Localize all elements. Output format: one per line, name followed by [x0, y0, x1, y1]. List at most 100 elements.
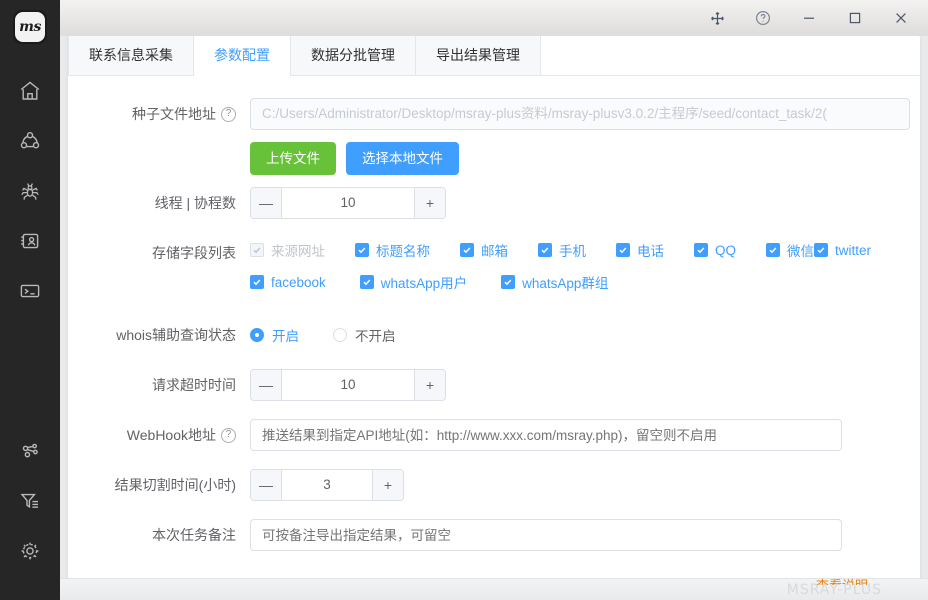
sidebar-item-share[interactable]	[0, 426, 60, 476]
home-icon	[18, 79, 42, 103]
timeout-decrement-button[interactable]: —	[251, 370, 282, 400]
network-share-icon	[18, 129, 42, 153]
checkbox-twitter[interactable]: twitter	[814, 237, 871, 263]
stored-fields-label: 存储字段列表	[152, 245, 236, 261]
help-button[interactable]	[740, 1, 786, 35]
application-window: ms 联系信息采集 参数配置 数据分批管理 导出结果管理 种子文件地址 ? C:…	[0, 0, 928, 600]
form-row-webhook: WebHook地址 ?	[68, 419, 920, 451]
checkbox-mobile[interactable]: 手机	[538, 237, 586, 263]
sidebar-item-site-collect[interactable]	[0, 116, 60, 166]
split-time-field: — 3 +	[250, 469, 920, 501]
sidebar: ms	[0, 0, 60, 600]
form-row-whois: whois辅助查询状态 开启 不开启	[68, 319, 920, 351]
webhook-help-icon[interactable]: ?	[221, 427, 236, 443]
move-window-button[interactable]	[694, 1, 740, 35]
content-card: 联系信息采集 参数配置 数据分批管理 导出结果管理 种子文件地址 ? C:/Us…	[68, 36, 920, 600]
app-logo: ms	[13, 10, 47, 44]
sidebar-item-settings[interactable]	[0, 526, 60, 576]
tab-bar: 联系信息采集 参数配置 数据分批管理 导出结果管理	[68, 36, 920, 76]
checkbox-checked-icon	[250, 275, 264, 289]
checkbox-checked-icon	[766, 243, 781, 257]
seed-file-help-icon[interactable]: ?	[221, 106, 236, 122]
tab-contact-collection[interactable]: 联系信息采集	[68, 36, 194, 75]
remark-label: 本次任务备注	[152, 527, 236, 543]
checkbox-email[interactable]: 邮箱	[460, 237, 508, 263]
timeout-increment-button[interactable]: +	[414, 370, 445, 400]
form-row-stored-fields: 存储字段列表 来源网址 标题名称 邮箱 手机 电话 QQ 微信 twitter …	[68, 237, 920, 301]
share-nodes-icon	[18, 439, 42, 463]
radio-whois-enabled[interactable]: 开启	[250, 325, 299, 345]
upload-file-button[interactable]: 上传文件	[250, 142, 336, 175]
seed-file-input[interactable]: C:/Users/Administrator/Desktop/msray-plu…	[250, 98, 910, 130]
filter-icon	[18, 489, 42, 513]
timeout-label: 请求超时时间	[152, 377, 236, 393]
remark-input[interactable]	[250, 519, 842, 551]
split-time-value[interactable]: 3	[282, 470, 372, 500]
threads-label: 线程 | 协程数	[154, 195, 236, 211]
checkbox-label: twitter	[835, 242, 872, 258]
tab-batch-management[interactable]: 数据分批管理	[291, 36, 416, 75]
checkbox-label: whatsApp群组	[522, 276, 609, 291]
watermark-text: MSRAY-PLUS	[786, 582, 882, 598]
choose-local-file-button[interactable]: 选择本地文件	[346, 142, 459, 175]
window-titlebar[interactable]	[60, 0, 928, 36]
stored-fields-field: 来源网址 标题名称 邮箱 手机 电话 QQ 微信 twitter faceboo…	[250, 237, 920, 301]
threads-increment-button[interactable]: +	[414, 188, 445, 218]
checkbox-qq[interactable]: QQ	[694, 237, 736, 263]
help-icon	[755, 10, 771, 26]
radio-whois-disabled[interactable]: 不开启	[333, 325, 396, 345]
seed-file-field: C:/Users/Administrator/Desktop/msray-plu…	[250, 98, 920, 175]
timeout-stepper[interactable]: — 10 +	[250, 369, 446, 401]
remark-field	[250, 519, 920, 551]
app-logo-text: ms	[15, 12, 45, 42]
checkbox-checked-icon	[250, 243, 264, 257]
seed-file-label-group: 种子文件地址 ?	[80, 98, 250, 130]
webhook-input[interactable]	[250, 419, 842, 451]
form-row-timeout: 请求超时时间 — 10 +	[68, 369, 920, 401]
split-time-decrement-button[interactable]: —	[251, 470, 282, 500]
radio-selected-icon	[250, 328, 264, 342]
threads-stepper[interactable]: — 10 +	[250, 187, 446, 219]
radio-label: 开启	[272, 329, 299, 344]
threads-field: — 10 +	[250, 187, 920, 219]
sidebar-item-filter[interactable]	[0, 476, 60, 526]
split-time-stepper[interactable]: — 3 +	[250, 469, 404, 501]
whois-field: 开启 不开启	[250, 319, 920, 351]
checkbox-label: QQ	[715, 242, 737, 258]
tab-export-management[interactable]: 导出结果管理	[416, 36, 541, 75]
sidebar-item-spider[interactable]	[0, 166, 60, 216]
checkbox-checked-icon	[616, 243, 630, 257]
checkbox-title-name[interactable]: 标题名称	[355, 237, 430, 263]
sidebar-item-terminal[interactable]	[0, 266, 60, 316]
checkbox-facebook[interactable]: facebook	[250, 269, 326, 295]
checkbox-label: facebook	[271, 274, 326, 290]
move-icon	[710, 11, 725, 26]
checkbox-label: 手机	[559, 244, 586, 259]
threads-value[interactable]: 10	[282, 188, 414, 218]
radio-unselected-icon	[333, 328, 347, 342]
checkbox-label: 邮箱	[481, 244, 508, 259]
checkbox-telephone[interactable]: 电话	[616, 237, 664, 263]
checkbox-wechat[interactable]: 微信	[766, 237, 814, 263]
checkbox-checked-icon	[538, 243, 552, 257]
form-row-seed-file: 种子文件地址 ? C:/Users/Administrator/Desktop/…	[68, 98, 920, 175]
timeout-value[interactable]: 10	[282, 370, 414, 400]
stored-fields-checkbox-group: 来源网址 标题名称 邮箱 手机 电话 QQ 微信 twitter faceboo…	[250, 237, 920, 301]
tab-parameter-config[interactable]: 参数配置	[194, 36, 291, 76]
threads-decrement-button[interactable]: —	[251, 188, 282, 218]
minimize-button[interactable]	[786, 1, 832, 35]
gear-icon	[18, 539, 42, 563]
parameter-config-form: 种子文件地址 ? C:/Users/Administrator/Desktop/…	[68, 76, 920, 551]
content-body: 联系信息采集 参数配置 数据分批管理 导出结果管理 种子文件地址 ? C:/Us…	[60, 36, 928, 600]
close-button[interactable]	[878, 1, 924, 35]
maximize-button[interactable]	[832, 1, 878, 35]
checkbox-whatsapp-group[interactable]: whatsApp群组	[501, 269, 608, 295]
webhook-label-group: WebHook地址 ?	[80, 419, 250, 451]
checkbox-source-url[interactable]: 来源网址	[250, 237, 325, 263]
split-time-increment-button[interactable]: +	[372, 470, 403, 500]
sidebar-item-contact[interactable]	[0, 216, 60, 266]
sidebar-item-home[interactable]	[0, 66, 60, 116]
webhook-field	[250, 419, 920, 451]
checkbox-whatsapp-user[interactable]: whatsApp用户	[359, 269, 467, 295]
checkbox-checked-icon	[694, 243, 708, 257]
